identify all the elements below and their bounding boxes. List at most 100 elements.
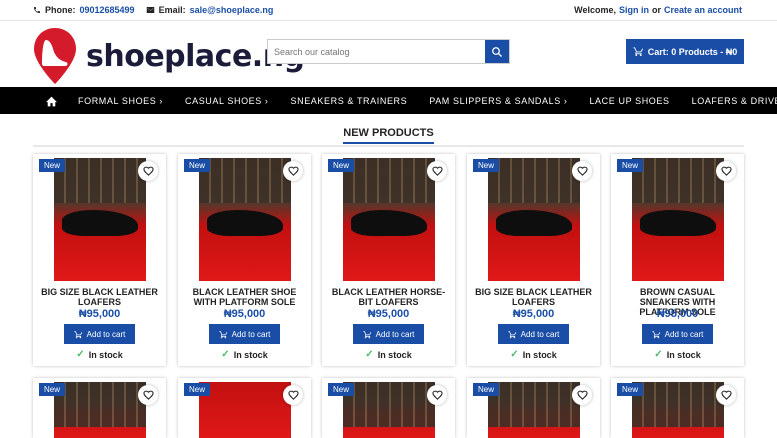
nav-label: FORMAL SHOES	[78, 95, 157, 106]
product-card[interactable]: New	[322, 378, 455, 438]
product-card[interactable]: New BROWN CASUAL SNEAKERS WITH PLATFORM …	[611, 154, 744, 366]
nav-item-casual-shoes[interactable]: CASUAL SHOES ›	[185, 96, 269, 106]
phone-link[interactable]: 09012685499	[80, 5, 135, 15]
wishlist-button[interactable]	[138, 161, 158, 181]
heart-icon	[287, 166, 299, 176]
add-to-cart-button[interactable]: Add to cart	[64, 324, 135, 344]
product-image[interactable]	[632, 158, 724, 281]
product-card[interactable]: New	[467, 378, 600, 438]
heart-icon	[142, 166, 154, 176]
email-label: Email:	[158, 5, 186, 15]
product-card[interactable]: New	[33, 378, 166, 438]
main-nav: FORMAL SHOES › CASUAL SHOES › SNEAKERS & T…	[0, 87, 777, 114]
product-image[interactable]	[54, 382, 146, 438]
dropdown-arrow-icon: ›	[264, 95, 269, 106]
phone-info: Phone: 09012685499	[33, 5, 135, 15]
product-card[interactable]: New BLACK LEATHER HORSE-BIT LOAFERS ₦95,…	[322, 154, 455, 366]
search-button[interactable]	[485, 40, 509, 63]
wishlist-button[interactable]	[283, 161, 303, 181]
product-price: ₦95,000	[656, 308, 699, 320]
wishlist-button[interactable]	[716, 385, 736, 405]
email-link[interactable]: sale@shoeplace.ng	[190, 5, 274, 15]
heart-icon	[576, 166, 588, 176]
wishlist-button[interactable]	[427, 385, 447, 405]
nav-item-sneakers-trainers[interactable]: SNEAKERS & TRAINERS	[291, 96, 408, 106]
check-icon: ✓	[76, 349, 85, 360]
dropdown-arrow-icon: ›	[563, 95, 568, 106]
shoe-pin-logo-icon	[34, 28, 76, 84]
check-icon: ✓	[510, 349, 519, 360]
add-to-cart-button[interactable]: Add to cart	[498, 324, 569, 344]
wishlist-button[interactable]	[572, 161, 592, 181]
product-image[interactable]	[199, 382, 291, 438]
new-badge: New	[184, 159, 211, 172]
nav-item-lace-up-shoes[interactable]: LACE UP SHOES	[589, 96, 669, 106]
nav-item-loafers-drivers[interactable]: LOAFERS & DRIVERS	[692, 96, 777, 106]
product-card[interactable]: New BLACK LEATHER SHOE WITH PLATFORM SOL…	[178, 154, 311, 366]
add-to-cart-label: Add to cart	[520, 329, 560, 339]
product-image[interactable]	[199, 158, 291, 281]
heart-icon	[431, 166, 443, 176]
product-image[interactable]	[343, 158, 435, 281]
heart-icon	[287, 390, 299, 400]
top-bar: Phone: 09012685499 Email: sale@shoeplace…	[0, 0, 777, 21]
email-icon	[146, 7, 154, 13]
add-to-cart-label: Add to cart	[86, 329, 126, 339]
search-input[interactable]	[268, 40, 485, 63]
product-name[interactable]: BIG SIZE BLACK LEATHER LOAFERS	[37, 287, 162, 307]
add-to-cart-button[interactable]: Add to cart	[642, 324, 713, 344]
stock-status: ✓ In stock	[611, 349, 744, 360]
section-header: NEW PRODUCTS	[33, 123, 744, 147]
product-image[interactable]	[632, 382, 724, 438]
stock-label: In stock	[233, 349, 268, 360]
add-to-cart-label: Add to cart	[375, 329, 415, 339]
stock-status: ✓ In stock	[178, 349, 311, 360]
cart-icon	[363, 330, 371, 338]
wishlist-button[interactable]	[716, 161, 736, 181]
stock-status: ✓ In stock	[33, 349, 166, 360]
product-name[interactable]: BLACK LEATHER HORSE-BIT LOAFERS	[326, 287, 451, 307]
product-card[interactable]: New	[178, 378, 311, 438]
add-to-cart-label: Add to cart	[231, 329, 271, 339]
create-account-link[interactable]: Create an account	[664, 5, 742, 15]
wishlist-button[interactable]	[138, 385, 158, 405]
add-to-cart-button[interactable]: Add to cart	[209, 324, 280, 344]
home-link[interactable]	[45, 94, 58, 108]
product-image[interactable]	[54, 158, 146, 281]
wishlist-button[interactable]	[572, 385, 592, 405]
nav-item-pam-slippers-sandals[interactable]: PAM SLIPPERS & SANDALS ›	[429, 96, 567, 106]
product-image[interactable]	[488, 158, 580, 281]
product-card[interactable]: New BIG SIZE BLACK LEATHER LOAFERS ₦95,0…	[467, 154, 600, 366]
product-image[interactable]	[488, 382, 580, 438]
home-icon	[46, 96, 57, 106]
product-name[interactable]: BIG SIZE BLACK LEATHER LOAFERS	[471, 287, 596, 307]
search-icon	[492, 46, 502, 57]
nav-label: PAM SLIPPERS & SANDALS	[429, 95, 561, 106]
nav-item-formal-shoes[interactable]: FORMAL SHOES ›	[78, 96, 163, 106]
wishlist-button[interactable]	[283, 385, 303, 405]
new-badge: New	[328, 159, 355, 172]
nav-label: CASUAL SHOES	[185, 95, 262, 106]
wishlist-button[interactable]	[427, 161, 447, 181]
phone-icon	[34, 7, 40, 13]
add-to-cart-button[interactable]: Add to cart	[353, 324, 424, 344]
cart-icon	[219, 330, 227, 338]
new-badge: New	[617, 159, 644, 172]
heart-icon	[431, 390, 443, 400]
welcome-text: Welcome,	[574, 5, 616, 15]
check-icon: ✓	[654, 349, 663, 360]
product-card[interactable]: New	[611, 378, 744, 438]
heart-icon	[576, 390, 588, 400]
new-badge: New	[617, 383, 644, 396]
dropdown-arrow-icon: ›	[159, 95, 163, 106]
stock-status: ✓ In stock	[467, 349, 600, 360]
product-image[interactable]	[343, 382, 435, 438]
phone-label: Phone:	[45, 5, 76, 15]
product-name[interactable]: BLACK LEATHER SHOE WITH PLATFORM SOLE	[182, 287, 307, 307]
site-logo[interactable]: shoeplace.ng	[32, 26, 305, 86]
heart-icon	[142, 390, 154, 400]
sign-in-link[interactable]: Sign in	[619, 5, 649, 15]
product-card[interactable]: New BIG SIZE BLACK LEATHER LOAFERS ₦95,0…	[33, 154, 166, 366]
cart-button[interactable]: Cart: 0 Products - ₦0	[626, 39, 744, 64]
new-badge: New	[473, 383, 500, 396]
